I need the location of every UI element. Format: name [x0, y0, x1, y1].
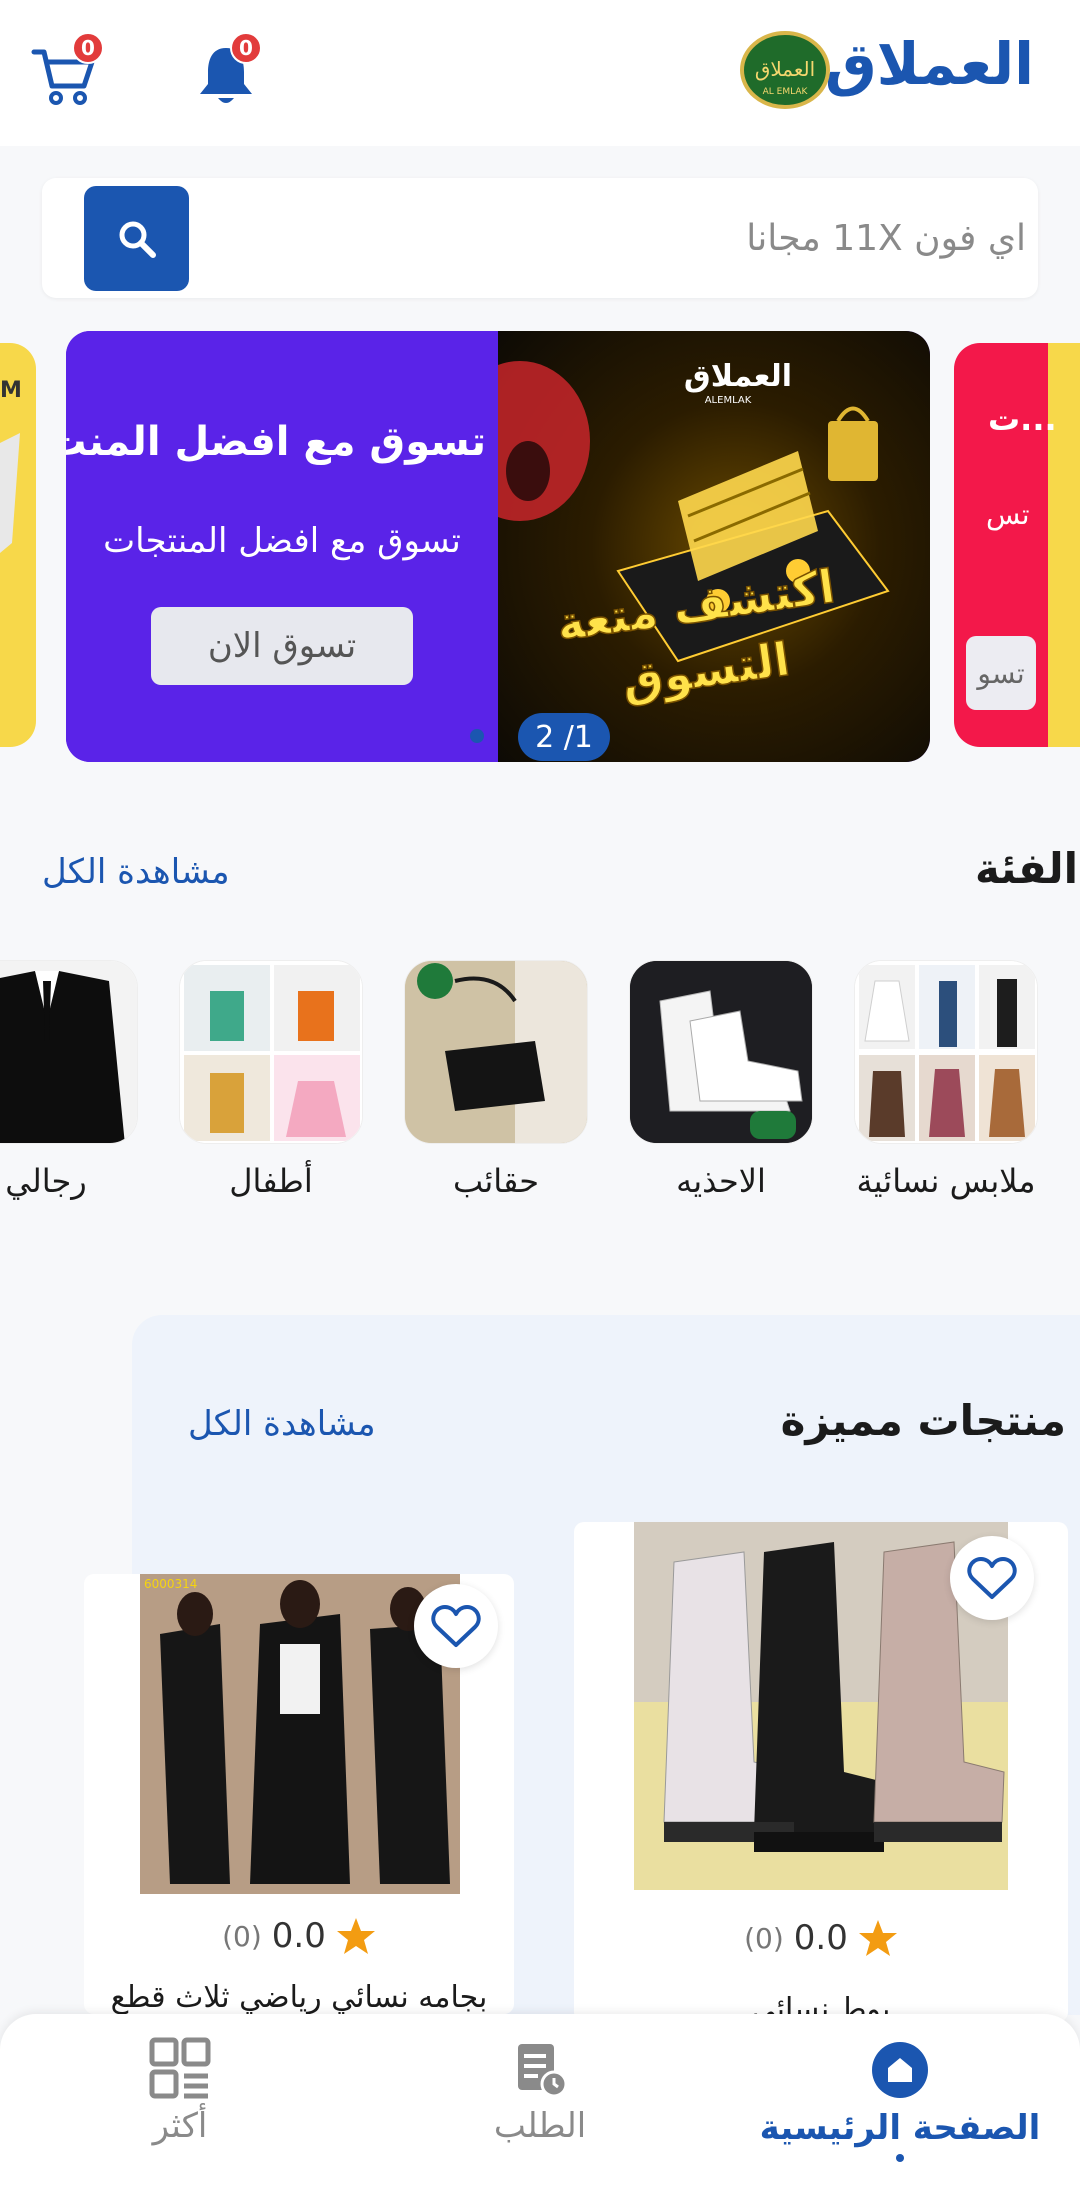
category-bags[interactable]: حقائب — [404, 960, 588, 1200]
heart-icon — [431, 1605, 481, 1647]
banner-image-brand-sub: ALEMLAK — [705, 395, 752, 406]
shop-now-label: تسوق الان — [207, 626, 357, 666]
banner-image: العملاق ALEMLAK اكتشف متعة التسوق — [450, 331, 930, 762]
category-label: أطفال — [229, 1162, 313, 1200]
category-womens-clothing[interactable]: ملابس نسائية — [854, 960, 1038, 1200]
grid-icon — [149, 2037, 211, 2099]
banner-image-brand: العملاق — [684, 359, 792, 394]
star-icon — [336, 1918, 375, 1954]
category-image — [179, 960, 363, 1144]
banner-subtitle: تسوق مع افضل المنتجات — [103, 521, 461, 561]
product-card[interactable]: (0) 0.0 بوط نسائي — [574, 1522, 1068, 2022]
promo-banner[interactable]: تسوق مع افضل المنت... تسوق مع افضل المنت… — [66, 331, 930, 762]
brand-logo: العملاق AL EMLAK — [740, 30, 830, 110]
nav-label: الطلب — [493, 2106, 587, 2146]
search-button[interactable] — [84, 186, 189, 291]
notifications-button[interactable]: 0 — [190, 32, 262, 110]
category-shoes[interactable]: الاحذيه — [629, 960, 813, 1200]
category-men-art — [0, 961, 137, 1143]
category-bags-art — [405, 961, 587, 1143]
nav-label: الصفحة الرئيسية — [759, 2108, 1041, 2148]
categories-view-all[interactable]: مشاهدة الكل — [42, 852, 230, 892]
banner-text-panel: تسوق مع افضل المنت... تسوق مع افضل المنت… — [66, 331, 498, 762]
product-tracksuit-art: 6000314 — [140, 1574, 460, 1894]
cart-button[interactable]: 0 — [28, 32, 104, 110]
notifications-badge: 0 — [230, 32, 262, 64]
rating-value: 0.0 — [271, 1916, 326, 1956]
featured-view-all[interactable]: مشاهدة الكل — [188, 1404, 376, 1444]
product-rating: (0) 0.0 — [84, 1916, 514, 1956]
shop-now-button[interactable]: تسوق الان — [151, 607, 413, 685]
product-name: بجامه نسائي رياضي ثلاث قطع — [110, 1980, 488, 2014]
product-code: 6000314 — [144, 1577, 197, 1591]
banner-title: تسوق مع افضل المنت... — [66, 419, 486, 465]
banner-next-cta-label: تسو — [977, 656, 1025, 690]
nav-active-indicator — [896, 2154, 904, 2162]
category-label: الاحذيه — [676, 1162, 766, 1200]
category-label: ملابس نسائية — [856, 1162, 1036, 1200]
orders-icon — [518, 2044, 568, 2098]
category-shoes-art — [630, 961, 812, 1143]
nav-home[interactable]: الصفحة الرئيسية — [750, 2014, 1050, 2186]
cart-badge: 0 — [72, 32, 104, 64]
category-label: رجالي — [5, 1162, 87, 1200]
banner-artwork: العملاق ALEMLAK اكتشف متعة التسوق — [450, 359, 890, 709]
category-men[interactable]: رجالي — [0, 960, 138, 1200]
favorite-button[interactable] — [950, 1536, 1034, 1620]
nav-label: أكثر — [152, 2106, 208, 2146]
rating-count: (0) — [744, 1921, 784, 1955]
banner-next-subtitle: تس — [986, 498, 1030, 531]
category-image — [0, 960, 138, 1144]
banner-pager: 2 /1 — [518, 713, 610, 761]
category-image — [404, 960, 588, 1144]
banner-indicator-dot — [470, 729, 484, 743]
heart-icon — [967, 1557, 1017, 1599]
category-kids-art — [180, 961, 362, 1143]
banner-next-title: ت... — [988, 400, 1057, 438]
search-icon — [119, 221, 156, 258]
star-icon — [858, 1920, 897, 1956]
search-input[interactable] — [210, 196, 1026, 280]
product-card[interactable]: 6000314 (0) 0.0 بجامه نسائي رياضي ثلاث ق… — [84, 1574, 514, 2014]
product-rating: (0) 0.0 — [574, 1918, 1068, 1958]
nav-orders[interactable]: الطلب — [390, 2014, 690, 2186]
category-womens-art — [855, 961, 1037, 1143]
logo-subtext: AL EMLAK — [763, 87, 809, 97]
logo-text: العملاق — [755, 57, 815, 81]
product-image: 6000314 — [140, 1574, 460, 1894]
banner-slide-prev[interactable] — [0, 343, 36, 747]
rating-value: 0.0 — [793, 1918, 848, 1958]
favorite-button[interactable] — [414, 1584, 498, 1668]
category-kids[interactable]: أطفال — [179, 960, 363, 1200]
featured-title: منتجات مميزة — [780, 1396, 1066, 1445]
bottom-navigation: الصفحة الرئيسية الطلب أكثر — [0, 2014, 1080, 2186]
banner-image-headline-2: التسوق — [619, 632, 793, 709]
banner-next-cta[interactable]: تسو — [966, 636, 1036, 710]
categories-title: الفئة — [974, 844, 1078, 893]
category-image — [629, 960, 813, 1144]
category-image — [854, 960, 1038, 1144]
category-label: حقائب — [452, 1162, 540, 1200]
home-icon — [872, 2042, 928, 2098]
banner-prev-art — [0, 433, 20, 553]
brand-title: العملاق — [824, 30, 1034, 98]
banner-prev-text: M — [0, 378, 22, 403]
rating-count: (0) — [222, 1919, 262, 1953]
nav-more[interactable]: أكثر — [30, 2014, 330, 2186]
